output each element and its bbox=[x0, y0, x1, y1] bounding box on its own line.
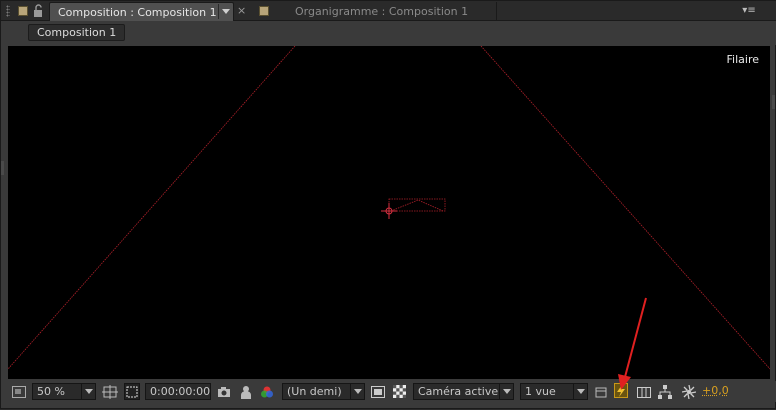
composition-color-swatch bbox=[18, 6, 28, 16]
channel-rgb-icon[interactable] bbox=[259, 383, 275, 400]
wire-box-roof bbox=[391, 200, 443, 211]
left-resize-handle[interactable] bbox=[1, 161, 4, 175]
chevron-down-icon bbox=[499, 384, 513, 399]
camera-snapshot-icon[interactable] bbox=[216, 383, 232, 400]
breadcrumb-composition[interactable]: Composition 1 bbox=[28, 24, 125, 41]
show-snapshot-icon[interactable] bbox=[238, 383, 254, 400]
timecode-field[interactable]: 0:00:00:00 bbox=[145, 383, 211, 400]
resolution-value: (Un demi) bbox=[287, 385, 342, 398]
flowchart-icon[interactable] bbox=[657, 383, 673, 400]
lock-icon[interactable] bbox=[33, 4, 45, 18]
close-icon[interactable]: × bbox=[237, 4, 246, 17]
exposure-value-text: +0,0 bbox=[702, 384, 729, 397]
always-preview-icon[interactable] bbox=[11, 383, 27, 400]
panel-grip-icon[interactable] bbox=[6, 5, 10, 17]
panel-tab-bar: Composition : Composition 1 × Organigram… bbox=[1, 1, 776, 21]
composition-viewer[interactable]: Filaire bbox=[8, 46, 770, 379]
chevron-down-icon bbox=[81, 384, 95, 399]
composition-panel: Composition : Composition 1 × Organigram… bbox=[0, 0, 776, 409]
right-resize-handle[interactable] bbox=[772, 95, 775, 109]
camera-value: Caméra active bbox=[418, 385, 498, 398]
magnification-value: 50 % bbox=[37, 385, 65, 398]
timeline-panel-icon[interactable] bbox=[636, 383, 652, 400]
fast-preview-icon[interactable] bbox=[614, 383, 628, 398]
views-dropdown[interactable]: 1 vue bbox=[520, 383, 588, 400]
resolution-dropdown[interactable]: (Un demi) bbox=[282, 383, 365, 400]
tab-composition[interactable]: Composition : Composition 1 bbox=[49, 2, 234, 21]
camera-dropdown[interactable]: Caméra active bbox=[413, 383, 514, 400]
toggle-pixel-aspect-icon[interactable] bbox=[593, 383, 609, 400]
tab-flowchart[interactable]: Organigramme : Composition 1 bbox=[249, 2, 497, 21]
viewer-toolbar: 50 % 0:00:00:00 (Un demi) Caméra active … bbox=[1, 381, 776, 402]
reset-exposure-icon[interactable] bbox=[681, 383, 697, 400]
anchor-point-icon[interactable] bbox=[381, 203, 397, 219]
views-value: 1 vue bbox=[525, 385, 556, 398]
safe-zones-icon[interactable] bbox=[102, 383, 118, 400]
magnification-dropdown[interactable]: 50 % bbox=[32, 383, 96, 400]
chevron-down-icon bbox=[573, 384, 587, 399]
exposure-value[interactable]: +0,0 bbox=[702, 384, 729, 401]
tab-flowchart-label: Organigramme : Composition 1 bbox=[295, 5, 468, 18]
tab-composition-label: Composition : Composition 1 bbox=[58, 6, 217, 19]
view-mode-label: Filaire bbox=[727, 53, 759, 66]
panel-menu-icon[interactable]: ▾≡ bbox=[741, 4, 757, 17]
breadcrumb: Composition 1 bbox=[1, 21, 776, 45]
wire-edge-left bbox=[8, 46, 295, 369]
chevron-down-icon bbox=[350, 384, 364, 399]
wireframe-render bbox=[8, 46, 770, 379]
mask-visibility-icon[interactable] bbox=[124, 383, 140, 400]
region-of-interest-icon[interactable] bbox=[370, 383, 386, 400]
chevron-down-icon bbox=[222, 9, 230, 14]
wire-edge-right bbox=[481, 46, 770, 369]
tab-dropdown-button[interactable] bbox=[218, 4, 232, 19]
transparency-grid-icon[interactable] bbox=[391, 383, 407, 400]
